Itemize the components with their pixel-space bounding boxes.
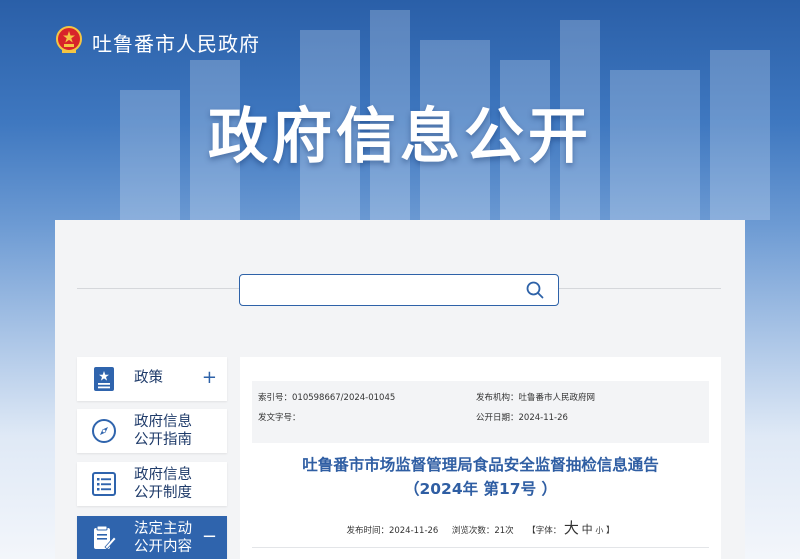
- document-content: 索引号：010598667/2024-01045 发布机构：吐鲁番市人民政府网 …: [240, 357, 721, 559]
- sidebar-item-disclosure-system[interactable]: 政府信息 公开制度: [77, 462, 227, 506]
- policy-doc-icon: [94, 367, 114, 391]
- national-emblem-icon: [56, 26, 82, 53]
- sidebar-item-disclosure-guide[interactable]: 政府信息 公开指南: [77, 409, 227, 453]
- document-title: 吐鲁番市市场监督管理局食品安全监督抽检信息通告 （2024年 第17号 ）: [240, 453, 721, 501]
- expand-toggle[interactable]: +: [202, 367, 217, 388]
- view-count: 浏览次数：21次: [451, 526, 514, 536]
- sidebar-item-label-line2: 公开指南: [134, 432, 192, 448]
- sidebar-item-label-line2: 公开制度: [134, 485, 192, 501]
- search-box: [239, 274, 559, 306]
- compass-icon: [92, 419, 116, 443]
- sidebar-item-label-line1: 法定主动: [134, 521, 192, 537]
- search-icon[interactable]: [526, 281, 544, 299]
- main-panel: 政策 + 政府信息 公开指南 政府信息 公开制度 法定主动 公开内容 − 索引号…: [55, 220, 745, 559]
- font-size-small-button[interactable]: 小: [595, 526, 603, 535]
- edit-doc-icon: [94, 525, 117, 550]
- font-size-label-open: 【字体：: [527, 526, 562, 536]
- collapse-toggle[interactable]: −: [202, 526, 217, 547]
- index-number: 索引号：010598667/2024-01045: [258, 393, 396, 403]
- sidebar-item-policy[interactable]: 政策 +: [77, 357, 227, 401]
- sidebar-item-label-line2: 公开内容: [134, 539, 192, 555]
- list-icon: [92, 472, 116, 496]
- document-meta: 索引号：010598667/2024-01045 发布机构：吐鲁番市人民政府网 …: [252, 381, 709, 443]
- sidebar-item-label-line1: 政府信息: [134, 467, 192, 483]
- sidebar-item-mandatory-disclosure[interactable]: 法定主动 公开内容 −: [77, 516, 227, 559]
- sidebar-item-label-line1: 政府信息: [134, 414, 192, 430]
- divider: [252, 547, 709, 548]
- font-size-large-button[interactable]: 大: [564, 519, 579, 537]
- divider-right: [559, 288, 721, 289]
- public-date: 公开日期：2024-11-26: [476, 413, 568, 423]
- publish-time: 发布时间：2024-11-26: [346, 526, 439, 536]
- page-title: 政府信息公开: [208, 102, 592, 172]
- publishing-agency: 发布机构：吐鲁番市人民政府网: [476, 393, 596, 403]
- font-size-label-close: 】: [606, 526, 615, 536]
- document-number: 发文字号：: [258, 413, 301, 423]
- document-title-line2: （2024年 第17号 ）: [403, 480, 557, 498]
- sidebar-item-label: 政策: [134, 370, 163, 386]
- document-title-line1: 吐鲁番市市场监督管理局食品安全监督抽检信息通告: [302, 456, 659, 474]
- search-input[interactable]: [248, 275, 522, 305]
- font-size-medium-button[interactable]: 中: [582, 523, 593, 536]
- header-banner: 吐鲁番市人民政府 政府信息公开: [0, 0, 800, 220]
- document-info: 发布时间：2024-11-26 浏览次数：21次 【字体： 大 中 小 】: [240, 517, 721, 538]
- divider-left: [77, 288, 239, 289]
- site-name[interactable]: 吐鲁番市人民政府: [92, 28, 260, 57]
